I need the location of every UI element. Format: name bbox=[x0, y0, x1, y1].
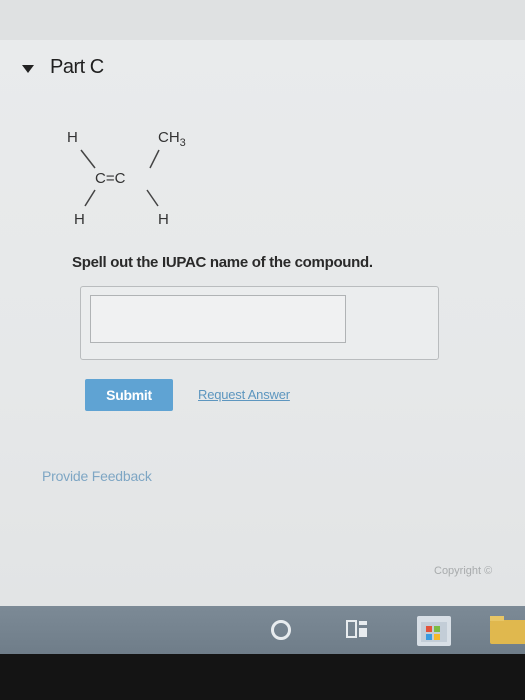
atom-ch3-subscript: 3 bbox=[180, 137, 186, 149]
atom-h-bottom-right: H bbox=[158, 211, 169, 228]
atom-ch3-label: CH bbox=[158, 129, 180, 146]
store-logo-green bbox=[434, 626, 440, 632]
store-logo-yellow bbox=[434, 634, 440, 640]
bond-h-bottom-right bbox=[146, 189, 159, 207]
question-text: Spell out the IUPAC name of the compound… bbox=[72, 254, 373, 271]
store-logo-blue bbox=[426, 634, 432, 640]
browser-top-strip bbox=[0, 0, 525, 40]
bond-h-top-left bbox=[80, 149, 96, 169]
atom-h-bottom-left: H bbox=[74, 211, 85, 228]
answer-input[interactable] bbox=[90, 295, 346, 343]
store-logo-red bbox=[426, 626, 432, 632]
molecule-structure: H CH3 C=C H H bbox=[67, 129, 186, 228]
cortana-icon[interactable] bbox=[271, 620, 291, 640]
atom-ch3: CH3 bbox=[158, 129, 186, 149]
part-header[interactable]: Part C bbox=[22, 56, 104, 79]
submit-button[interactable]: Submit bbox=[85, 379, 173, 411]
task-view-icon[interactable] bbox=[346, 618, 368, 640]
provide-feedback-link[interactable]: Provide Feedback bbox=[42, 468, 152, 484]
folder-tab-shape bbox=[490, 616, 504, 621]
monitor-bezel bbox=[0, 654, 525, 700]
collapse-caret-icon[interactable] bbox=[22, 64, 34, 73]
taskbar bbox=[0, 606, 525, 654]
answer-box bbox=[80, 286, 439, 360]
atom-h-top-left: H bbox=[67, 129, 78, 146]
bond-h-bottom-left bbox=[84, 189, 96, 207]
double-bond-label: C=C bbox=[95, 170, 126, 187]
store-icon[interactable] bbox=[417, 616, 451, 646]
part-title: Part C bbox=[50, 56, 104, 78]
file-explorer-icon[interactable] bbox=[490, 616, 525, 644]
bond-ch3 bbox=[149, 149, 160, 169]
request-answer-link[interactable]: Request Answer bbox=[198, 387, 290, 402]
copyright-text: Copyright © bbox=[434, 565, 493, 577]
